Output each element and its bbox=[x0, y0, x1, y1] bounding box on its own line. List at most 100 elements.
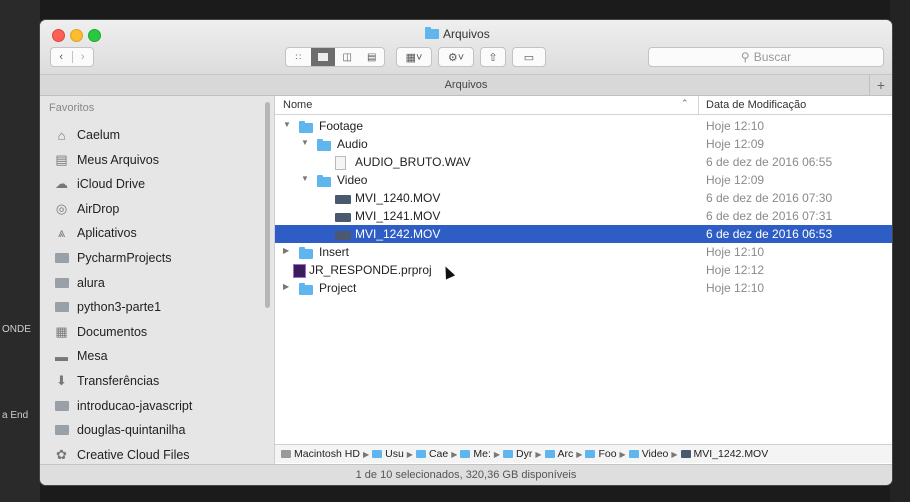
column-header-date[interactable]: Data de Modificação bbox=[706, 99, 806, 111]
video-file-icon bbox=[335, 229, 351, 243]
downloads-icon: ⬇ bbox=[56, 373, 67, 388]
path-segment[interactable]: Foo bbox=[585, 448, 617, 460]
path-segment-label: Macintosh HD bbox=[294, 448, 360, 460]
path-segment[interactable]: Usu bbox=[372, 448, 404, 460]
arrange-button[interactable]: ▦˅ bbox=[396, 47, 432, 67]
background-label: ONDE bbox=[2, 324, 31, 335]
path-segment[interactable]: Arc bbox=[544, 448, 573, 460]
column-header-name[interactable]: Nome bbox=[283, 99, 312, 111]
disclosure-expanded-icon[interactable]: ▼ bbox=[283, 120, 291, 129]
sidebar-item[interactable]: ▤ Meus Arquivos bbox=[54, 149, 159, 171]
window-title-text: Arquivos bbox=[443, 27, 490, 41]
file-row[interactable]: ▶ Insert Hoje 12:10 bbox=[275, 243, 892, 261]
file-date: Hoje 12:09 bbox=[706, 173, 765, 187]
icon-view-button[interactable]: ∷ bbox=[286, 52, 311, 63]
sidebar-item[interactable]: ◎ AirDrop bbox=[54, 198, 120, 220]
sidebar-item[interactable]: ⬇ Transferências bbox=[54, 370, 159, 392]
path-segment[interactable]: Video bbox=[628, 448, 669, 460]
sidebar-scrollbar[interactable] bbox=[265, 102, 270, 308]
disclosure-expanded-icon[interactable]: ▼ bbox=[301, 174, 309, 183]
sidebar-item[interactable]: douglas-quintanilha bbox=[54, 419, 185, 441]
path-separator-icon: ▶ bbox=[493, 449, 501, 459]
path-segment-label: Cae bbox=[428, 448, 449, 460]
file-row[interactable]: ▼ Audio Hoje 12:09 bbox=[275, 135, 892, 153]
folder-icon bbox=[299, 283, 313, 298]
disclosure-collapsed-icon[interactable]: ▶ bbox=[283, 246, 289, 255]
file-date: 6 de dez de 2016 07:31 bbox=[706, 209, 833, 223]
sidebar-item[interactable]: ⩓ Aplicativos bbox=[54, 222, 137, 244]
folder-icon bbox=[299, 247, 313, 262]
share-button[interactable]: ⇧ bbox=[480, 47, 506, 67]
file-row[interactable]: ▼ Video Hoje 12:09 bbox=[275, 171, 892, 189]
path-segment-label: Video bbox=[641, 448, 669, 460]
finder-window: Arquivos ‹ › ∷ ◫ ▤ ▦˅ ⚙˅ ⇧ ▭ ⚲ Buscar Ar… bbox=[40, 20, 892, 485]
sidebar-item[interactable]: ☁ iCloud Drive bbox=[54, 173, 145, 195]
path-segment[interactable]: Cae bbox=[415, 448, 449, 460]
folder-icon bbox=[544, 450, 555, 458]
sidebar-item[interactable]: ▦ Documentos bbox=[54, 321, 147, 343]
forward-button[interactable]: › bbox=[73, 51, 94, 63]
back-button[interactable]: ‹ bbox=[51, 51, 73, 63]
folder-icon bbox=[460, 450, 471, 458]
path-separator-icon: ▶ bbox=[535, 449, 542, 459]
sidebar-item[interactable]: python3-parte1 bbox=[54, 296, 161, 318]
file-name: MVI_1241.MOV bbox=[355, 209, 441, 223]
folder-icon bbox=[585, 450, 596, 458]
sidebar: Favoritos ⌂ Caelum ▤ Meus Arquivos ☁ iCloud D… bbox=[40, 96, 275, 467]
gallery-view-button[interactable]: ▤ bbox=[360, 52, 385, 63]
video-file-icon bbox=[335, 193, 351, 207]
sidebar-heading: Favoritos bbox=[49, 102, 95, 114]
titlebar: Arquivos ‹ › ∷ ◫ ▤ ▦˅ ⚙˅ ⇧ ▭ ⚲ Buscar bbox=[40, 20, 892, 75]
search-field[interactable]: ⚲ Buscar bbox=[648, 47, 884, 67]
creative-cloud-icon: ✿ bbox=[56, 446, 67, 462]
file-row[interactable]: ▶ Project Hoje 12:10 bbox=[275, 279, 892, 297]
folder-icon bbox=[54, 302, 69, 313]
file-row[interactable]: AUDIO_BRUTO.WAV 6 de dez de 2016 06:55 bbox=[275, 153, 892, 171]
file-row[interactable]: JR_RESPONDE.prproj Hoje 12:12 bbox=[275, 261, 892, 279]
minimize-button[interactable] bbox=[70, 29, 83, 42]
path-segment[interactable]: Dyr bbox=[503, 448, 532, 460]
tag-icon: ▭ bbox=[523, 51, 535, 64]
sidebar-item[interactable]: introducao-javascript bbox=[54, 395, 192, 417]
file-row[interactable]: MVI_1242.MOV 6 de dez de 2016 06:53 bbox=[275, 225, 892, 243]
zoom-button[interactable] bbox=[88, 29, 101, 42]
path-segment[interactable]: Me: bbox=[460, 448, 491, 460]
column-header: Nome ⌃ Data de Modificação bbox=[275, 96, 892, 115]
file-date: Hoje 12:10 bbox=[706, 281, 765, 295]
file-name: Footage bbox=[319, 119, 364, 133]
sidebar-item[interactable]: ⌂ Caelum bbox=[54, 124, 121, 146]
path-segment-label: Usu bbox=[385, 448, 404, 460]
path-segment-label: MVI_1242.MOV bbox=[693, 448, 769, 460]
home-icon: ⌂ bbox=[57, 127, 66, 143]
tab-arquivos[interactable]: Arquivos bbox=[445, 79, 488, 91]
action-button[interactable]: ⚙˅ bbox=[438, 47, 474, 67]
sidebar-item[interactable]: ✿ Creative Cloud Files bbox=[54, 444, 190, 466]
window-title: Arquivos bbox=[425, 27, 490, 41]
path-segment[interactable]: MVI_1242.MOV bbox=[680, 448, 769, 460]
cloud-icon: ☁ bbox=[55, 176, 68, 192]
path-segment-label: Foo bbox=[598, 448, 617, 460]
column-divider[interactable] bbox=[698, 96, 699, 114]
path-segment[interactable]: Macintosh HD bbox=[281, 448, 360, 460]
close-button[interactable] bbox=[52, 29, 65, 42]
video-file-icon bbox=[680, 450, 691, 458]
new-tab-button[interactable]: + bbox=[869, 75, 892, 95]
sidebar-item[interactable]: ▬ Mesa bbox=[54, 345, 108, 367]
tags-button[interactable]: ▭ bbox=[512, 47, 546, 67]
sidebar-item[interactable]: alura bbox=[54, 272, 105, 294]
file-row[interactable]: MVI_1241.MOV 6 de dez de 2016 07:31 bbox=[275, 207, 892, 225]
disclosure-collapsed-icon[interactable]: ▶ bbox=[283, 282, 289, 291]
file-date: Hoje 12:10 bbox=[706, 245, 765, 259]
sidebar-item-label: Documentos bbox=[77, 324, 148, 339]
path-separator-icon: ▶ bbox=[619, 449, 626, 459]
sidebar-item[interactable]: PycharmProjects bbox=[54, 247, 171, 269]
file-name: Audio bbox=[337, 137, 368, 151]
file-row[interactable]: ▼ Footage Hoje 12:10 bbox=[275, 117, 892, 135]
file-row[interactable]: MVI_1240.MOV 6 de dez de 2016 07:30 bbox=[275, 189, 892, 207]
list-view-button[interactable] bbox=[310, 48, 335, 66]
column-view-button[interactable]: ◫ bbox=[335, 52, 360, 63]
sidebar-item-label: Creative Cloud Files bbox=[77, 447, 190, 462]
search-placeholder: Buscar bbox=[753, 50, 792, 64]
disclosure-expanded-icon[interactable]: ▼ bbox=[301, 138, 309, 147]
path-separator-icon: ▶ bbox=[362, 449, 370, 459]
